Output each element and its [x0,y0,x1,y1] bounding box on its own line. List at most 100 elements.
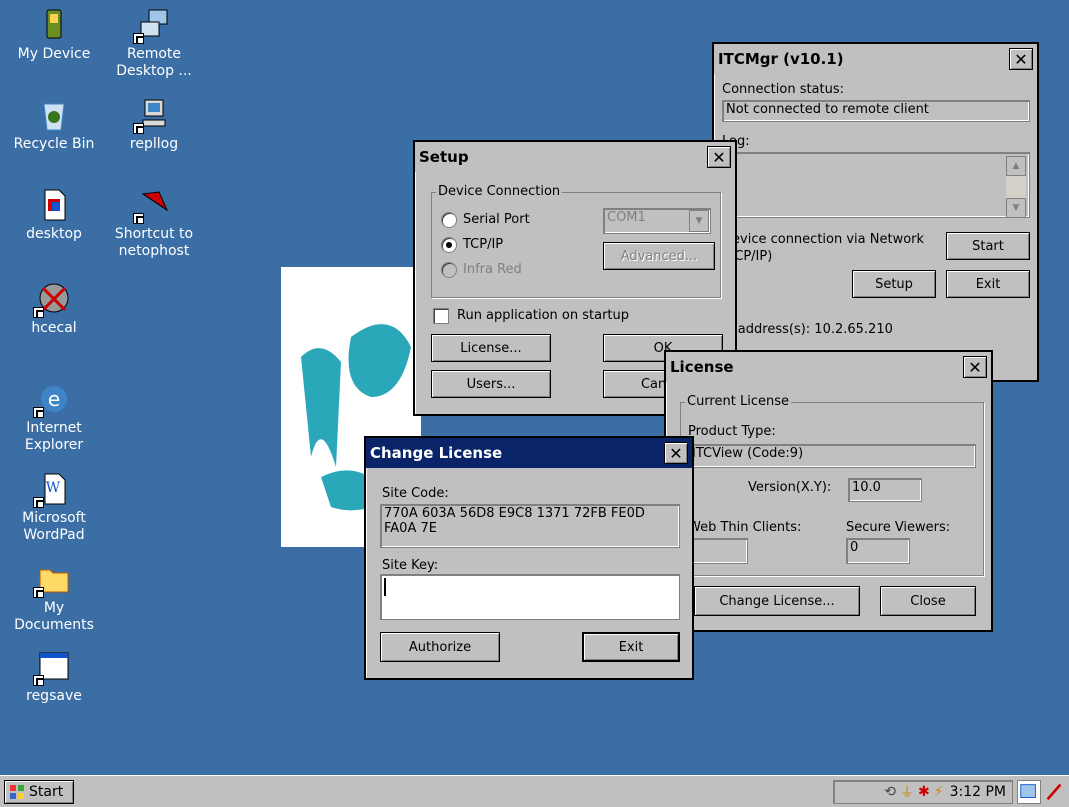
site-code-line: 770A 603A 56D8 E9C8 1371 72FB FE0D [384,506,645,521]
secure-viewers-field: 0 [846,538,910,564]
power-icon[interactable]: ⚡ [934,784,944,800]
exit-button[interactable]: Exit [582,632,680,662]
run-on-startup-checkbox[interactable] [433,308,449,324]
close-icon[interactable]: ✕ [963,356,987,378]
desktop-toggle-icon[interactable] [1017,780,1041,804]
start-label: Start [29,784,64,800]
setup-button[interactable]: Setup [852,270,936,298]
itcmgr-window: ITCMgr (v10.1) ✕ Connection status: Not … [712,42,1039,382]
desktop-icon-wordpad[interactable]: W Microsoft WordPad [4,472,104,544]
site-key-label: Site Key: [382,558,439,573]
web-thin-clients-label: Web Thin Clients: [688,520,802,535]
battery-icon[interactable]: ⏚ [900,782,914,802]
tcpip-radio[interactable] [441,237,457,253]
device-icon [37,8,71,42]
system-tray: ⟲ ⏚ ✱ ⚡ 3:12 PM [833,780,1013,804]
window-title: License [670,358,734,376]
close-button[interactable]: Close [880,586,976,616]
remote-desktop-icon [133,8,171,44]
version-label: Version(X.Y): [748,480,832,495]
advanced-button[interactable]: Advanced... [603,242,715,270]
desktop-icon-internet-explorer[interactable]: e Internet Explorer [4,382,104,454]
kite-icon [133,188,171,224]
icon-label: Internet Explorer [24,420,84,453]
close-icon[interactable]: ✕ [707,146,731,168]
change-license-titlebar: Change License ✕ [366,438,692,468]
network-icon[interactable]: ⟲ [884,784,896,800]
desktop-icon-my-documents[interactable]: My Documents [4,562,104,634]
serial-port-radio[interactable] [441,212,457,228]
device-connection-text: Device connection via Network [722,232,925,247]
license-window: License ✕ Current License Product Type: … [664,350,993,632]
connection-status-label: Connection status: [722,82,845,97]
start-button[interactable]: Start [4,780,74,804]
icon-label: regsave [26,688,82,704]
desktop-icon-repllog[interactable]: repllog [104,98,204,153]
icon-label: Shortcut to netophost [114,226,194,259]
connection-icon[interactable]: ✱ [918,784,930,800]
icon-label: hcecal [31,320,77,336]
infra-red-label: Infra Red [463,262,522,277]
ip-address-text: IP address(s): 10.2.65.210 [722,322,893,337]
desktop-icon-desktop[interactable]: desktop [4,188,104,243]
log-area[interactable] [722,152,1030,218]
authorize-button[interactable]: Authorize [380,632,500,662]
itcmgr-titlebar: ITCMgr (v10.1) ✕ [714,44,1037,74]
infra-red-radio[interactable] [441,262,457,278]
chevron-down-icon[interactable]: ▼ [689,210,709,232]
computer-icon [133,98,171,134]
secure-viewers-label: Secure Viewers: [846,520,951,535]
license-button[interactable]: License... [431,334,551,362]
clock[interactable]: 3:12 PM [950,784,1006,800]
scroll-up-icon[interactable]: ▲ [1006,156,1026,176]
site-code-field: 770A 603A 56D8 E9C8 1371 72FB FE0D FA0A … [380,504,680,548]
license-titlebar: License ✕ [666,352,991,382]
close-icon[interactable]: ✕ [664,442,688,464]
product-type-label: Product Type: [688,424,776,439]
icon-label: My Device [17,46,91,62]
product-type-field: ITCView (Code:9) [688,444,976,468]
window-title: Change License [370,444,503,462]
hcecal-icon [33,282,71,318]
desktop-icon-regsave[interactable]: regsave [4,650,104,705]
site-key-input[interactable] [380,574,680,620]
scroll-down-icon[interactable]: ▼ [1006,198,1026,218]
setup-titlebar: Setup ✕ [415,142,735,172]
run-on-startup-label: Run application on startup [457,308,629,323]
log-scrollbar[interactable]: ▲ ▼ [1006,156,1026,218]
window-app-icon [33,650,71,686]
svg-text:e: e [48,387,60,411]
window-title: ITCMgr (v10.1) [718,50,844,68]
site-code-line: FA0A 7E [384,521,437,536]
icon-label: desktop [26,226,82,242]
taskbar: Start ⟲ ⏚ ✱ ⚡ 3:12 PM [0,775,1069,807]
connection-status-field: Not connected to remote client [722,100,1030,122]
pen-input-icon[interactable] [1043,780,1067,804]
serial-port-label: Serial Port [463,212,530,227]
exit-button[interactable]: Exit [946,270,1030,298]
change-license-button[interactable]: Change License... [694,586,860,616]
icon-label: repllog [129,136,179,152]
folder-icon [33,562,71,598]
svg-text:W: W [46,480,61,496]
com-port-select[interactable]: COM1 ▼ [603,208,711,234]
change-license-window: Change License ✕ Site Code: 770A 603A 56… [364,436,694,680]
tcpip-label: TCP/IP [463,237,504,252]
document-icon [37,188,71,222]
web-thin-clients-field [688,538,748,564]
site-code-label: Site Code: [382,486,449,501]
desktop-icon-remote-desktop[interactable]: Remote Desktop ... [104,8,204,80]
recycle-bin-icon [37,98,71,132]
wordpad-icon: W [33,472,71,508]
group-title: Device Connection [436,184,563,199]
desktop-icon-my-device[interactable]: My Device [4,8,104,63]
close-icon[interactable]: ✕ [1009,48,1033,70]
window-title: Setup [419,148,469,166]
start-button[interactable]: Start [946,232,1030,260]
group-title: Current License [685,394,791,409]
desktop-icon-netophost[interactable]: Shortcut to netophost [104,188,204,260]
desktop-icon-recycle-bin[interactable]: Recycle Bin [4,98,104,153]
users-button[interactable]: Users... [431,370,551,398]
windows-logo-icon [9,784,25,800]
desktop-icon-hcecal[interactable]: hcecal [4,282,104,337]
